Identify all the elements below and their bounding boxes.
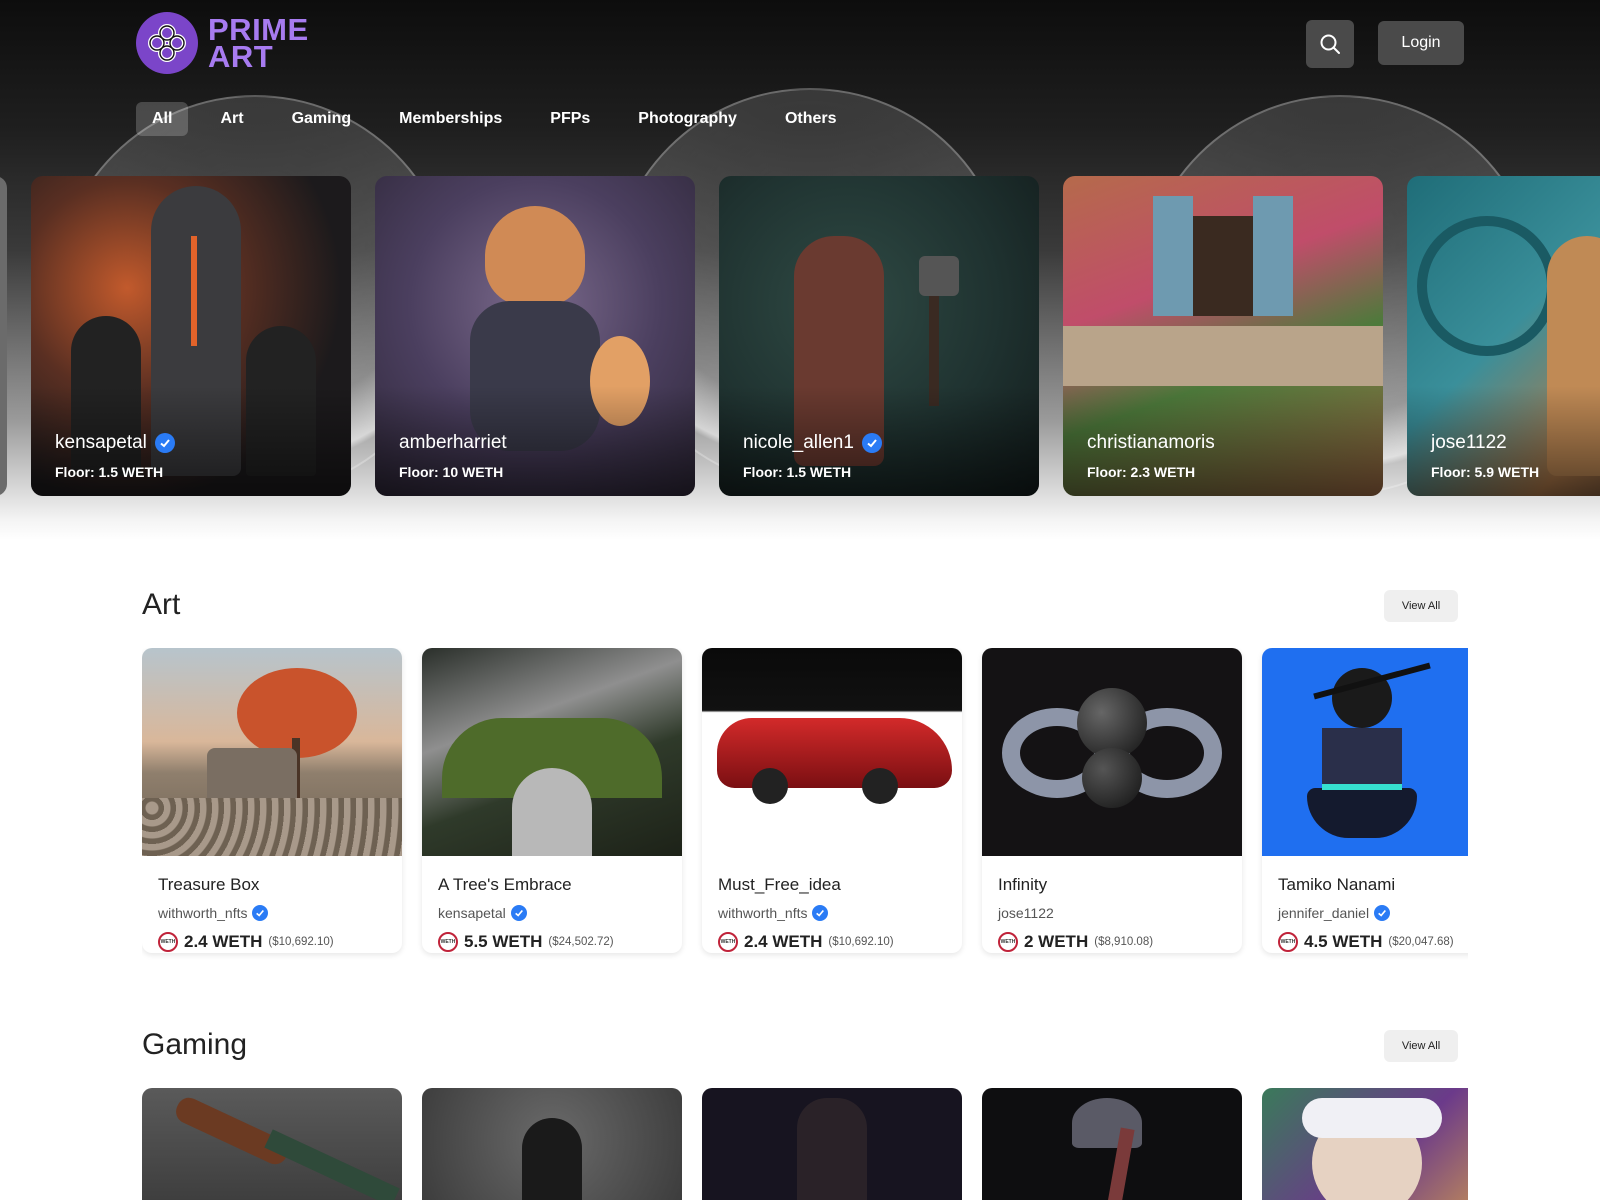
- nft-image: [982, 648, 1242, 856]
- search-icon: [1320, 34, 1340, 54]
- collection-floor: Floor: 10 WETH: [399, 464, 504, 480]
- tab-art[interactable]: Art: [204, 102, 259, 136]
- view-all-art-button[interactable]: View All: [1384, 590, 1458, 622]
- nft-image: [142, 648, 402, 856]
- collection-floor: Floor: 5.9 WETH: [1431, 464, 1540, 480]
- brand-name-line2: ART: [208, 39, 274, 74]
- collection-card-partial[interactable]: [0, 176, 7, 496]
- weth-icon: WETH: [998, 932, 1018, 952]
- nft-price: WETH 4.5 WETH ($20,047.68): [1278, 931, 1468, 953]
- login-button[interactable]: Login: [1378, 21, 1464, 65]
- search-button[interactable]: [1306, 20, 1354, 68]
- weth-icon: WETH: [438, 932, 458, 952]
- nft-card[interactable]: [1262, 1088, 1468, 1200]
- collection-floor: Floor: 1.5 WETH: [743, 464, 852, 480]
- nft-card[interactable]: A Tree's Embrace kensapetal WETH 5.5 WET…: [422, 648, 682, 953]
- price-amount: 4.5 WETH: [1304, 932, 1383, 951]
- nft-card[interactable]: Tamiko Nanami jennifer_daniel WETH 4.5 W…: [1262, 648, 1468, 953]
- brand-wordmark: PRIME ART: [208, 14, 309, 74]
- tab-pfps[interactable]: PFPs: [534, 102, 606, 136]
- nft-price: WETH 5.5 WETH ($24,502.72): [438, 931, 666, 953]
- weth-icon: WETH: [158, 932, 178, 952]
- nft-price: WETH 2 WETH ($8,910.08): [998, 931, 1226, 953]
- collection-card[interactable]: christianamoris Floor: 2.3 WETH: [1063, 176, 1383, 496]
- nft-title: Tamiko Nanami: [1278, 875, 1396, 894]
- collection-name: amberharriet: [399, 432, 507, 453]
- nft-creator[interactable]: jose1122: [998, 905, 1226, 921]
- nft-card[interactable]: Treasure Box withworth_nfts WETH 2.4 WET…: [142, 648, 402, 953]
- brand-logo[interactable]: PRIME ART: [136, 12, 309, 74]
- nft-image: [1262, 648, 1468, 856]
- collection-card[interactable]: jose1122 Floor: 5.9 WETH: [1407, 176, 1600, 496]
- nft-price: WETH 2.4 WETH ($10,692.10): [158, 931, 386, 953]
- featured-collections-carousel: kensapetal Floor: 1.5 WETH amberharriet …: [0, 176, 1600, 496]
- weth-icon: WETH: [1278, 932, 1298, 952]
- verified-badge-icon: [154, 433, 175, 453]
- tab-others[interactable]: Others: [769, 102, 853, 136]
- nft-creator[interactable]: jennifer_daniel: [1278, 905, 1468, 921]
- section-title-gaming: Gaming: [142, 1028, 248, 1061]
- nft-creator[interactable]: withworth_nfts: [158, 905, 386, 921]
- collection-name: jose1122: [1431, 432, 1507, 453]
- nft-image: [422, 648, 682, 856]
- price-usd: ($24,502.72): [548, 936, 614, 948]
- hero-banner: PRIME ART Login All Art Gaming Membershi…: [0, 0, 1600, 540]
- price-amount: 2 WETH: [1024, 932, 1089, 951]
- verified-badge-icon: [812, 905, 829, 921]
- art-items-row: Treasure Box withworth_nfts WETH 2.4 WET…: [142, 648, 1468, 978]
- nft-card[interactable]: [422, 1088, 682, 1200]
- category-tabs: All Art Gaming Memberships PFPs Photogra…: [136, 102, 869, 136]
- tab-all[interactable]: All: [136, 102, 189, 136]
- collection-card[interactable]: kensapetal Floor: 1.5 WETH: [31, 176, 351, 496]
- nft-title: A Tree's Embrace: [438, 875, 572, 894]
- collection-name: kensapetal: [55, 432, 175, 454]
- nft-card[interactable]: Infinity jose1122 WETH 2 WETH ($8,910.08…: [982, 648, 1242, 953]
- nft-title: Treasure Box: [158, 875, 260, 894]
- nft-title: Infinity: [998, 875, 1048, 894]
- verified-badge-icon: [252, 905, 269, 921]
- collection-card[interactable]: nicole_allen1 Floor: 1.5 WETH: [719, 176, 1039, 496]
- price-amount: 2.4 WETH: [744, 932, 823, 951]
- nft-creator[interactable]: kensapetal: [438, 905, 666, 921]
- collection-floor: Floor: 1.5 WETH: [55, 464, 164, 480]
- price-usd: ($10,692.10): [828, 936, 894, 948]
- verified-badge-icon: [1374, 905, 1391, 921]
- section-title-art: Art: [142, 588, 181, 621]
- view-all-gaming-button[interactable]: View All: [1384, 1030, 1458, 1062]
- price-amount: 2.4 WETH: [184, 932, 263, 951]
- nft-card[interactable]: [142, 1088, 402, 1200]
- weth-icon: WETH: [718, 932, 738, 952]
- collection-name: christianamoris: [1087, 432, 1215, 453]
- nft-card[interactable]: [982, 1088, 1242, 1200]
- price-usd: ($20,047.68): [1388, 936, 1454, 948]
- nft-creator[interactable]: withworth_nfts: [718, 905, 946, 921]
- nft-title: Must_Free_idea: [718, 875, 841, 894]
- tab-photography[interactable]: Photography: [622, 102, 753, 136]
- gaming-items-row: [142, 1088, 1468, 1200]
- nft-card[interactable]: Must_Free_idea withworth_nfts WETH 2.4 W…: [702, 648, 962, 953]
- price-usd: ($8,910.08): [1094, 936, 1154, 948]
- collection-card[interactable]: amberharriet Floor: 10 WETH: [375, 176, 695, 496]
- collection-name: nicole_allen1: [743, 432, 882, 454]
- nft-card[interactable]: [702, 1088, 962, 1200]
- nft-image: [702, 648, 962, 856]
- nft-price: WETH 2.4 WETH ($10,692.10): [718, 931, 946, 953]
- verified-badge-icon: [510, 905, 527, 921]
- logo-knot-icon: [136, 12, 198, 74]
- verified-badge-icon: [861, 433, 882, 453]
- price-usd: ($10,692.10): [268, 936, 334, 948]
- collection-floor: Floor: 2.3 WETH: [1087, 464, 1196, 480]
- price-amount: 5.5 WETH: [464, 932, 543, 951]
- tab-gaming[interactable]: Gaming: [276, 102, 368, 136]
- tab-memberships[interactable]: Memberships: [383, 102, 518, 136]
